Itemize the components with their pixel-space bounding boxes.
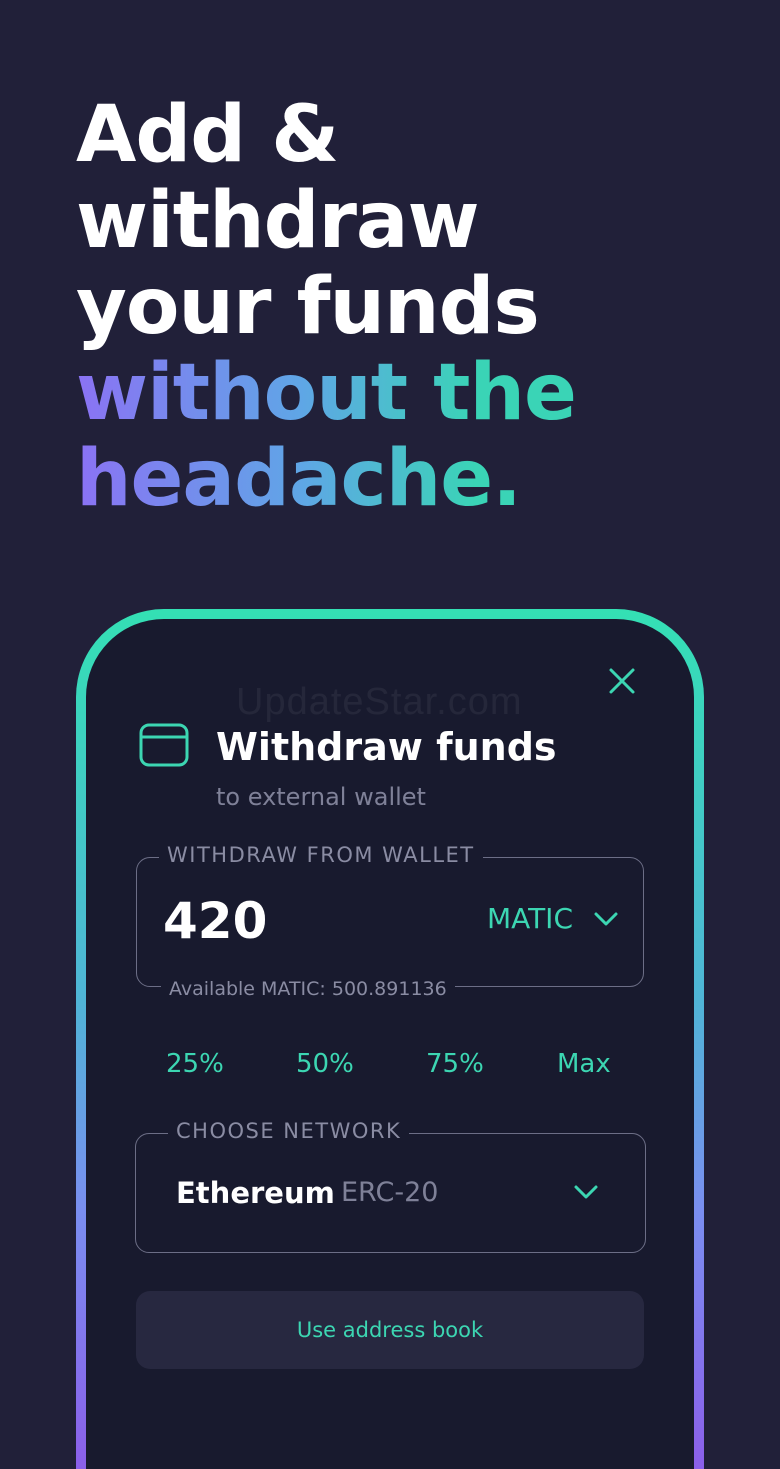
- withdraw-dialog: UpdateStar.com Withdraw funds to externa…: [86, 619, 694, 1469]
- percent-options: 25% 50% 75% Max: [146, 1049, 626, 1089]
- percent-50-button[interactable]: 50%: [296, 1049, 354, 1079]
- dialog-title: Withdraw funds: [216, 725, 557, 769]
- network-standard: ERC-20: [341, 1177, 439, 1208]
- amount-input[interactable]: [163, 892, 413, 950]
- watermark: UpdateStar.com: [236, 681, 523, 723]
- headline-line-1: Add &: [76, 90, 339, 180]
- headline-line-4: without the: [76, 348, 577, 438]
- chevron-down-icon: [574, 1185, 598, 1199]
- headline: Add & withdraw your funds without the he…: [76, 90, 577, 522]
- headline-line-3: your funds: [76, 262, 540, 352]
- network-name: Ethereum: [176, 1176, 335, 1210]
- withdraw-amount-field: WITHDRAW FROM WALLET MATIC Available MAT…: [136, 843, 644, 1000]
- withdraw-amount-legend: WITHDRAW FROM WALLET: [159, 843, 483, 867]
- wallet-icon: [139, 723, 189, 767]
- close-button[interactable]: [604, 663, 640, 699]
- network-legend: CHOOSE NETWORK: [168, 1119, 410, 1143]
- address-book-label: Use address book: [296, 1318, 484, 1342]
- available-balance: Available MATIC: 500.891136: [161, 978, 455, 1000]
- close-icon: [609, 668, 635, 694]
- phone-frame: UpdateStar.com Withdraw funds to externa…: [76, 609, 704, 1469]
- percent-75-button[interactable]: 75%: [426, 1049, 484, 1079]
- currency-label: MATIC: [486, 902, 573, 935]
- max-button[interactable]: Max: [557, 1049, 611, 1079]
- address-book-button[interactable]: Use address book: [136, 1291, 644, 1369]
- currency-select[interactable]: MATIC: [487, 902, 619, 935]
- dialog-subtitle: to external wallet: [216, 783, 426, 811]
- network-select[interactable]: CHOOSE NETWORK Ethereum ERC-20: [135, 1119, 646, 1253]
- percent-25-button[interactable]: 25%: [166, 1049, 224, 1079]
- headline-line-2: withdraw: [76, 176, 480, 266]
- headline-line-5: headache.: [76, 436, 576, 522]
- chevron-down-icon: [594, 912, 618, 925]
